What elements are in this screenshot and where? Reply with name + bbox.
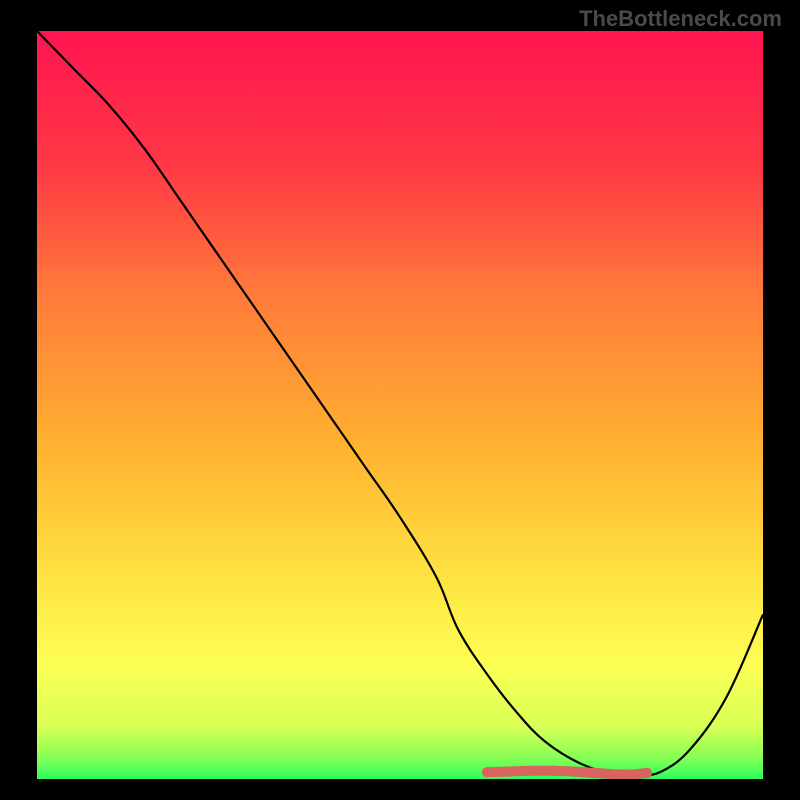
chart-area	[37, 31, 763, 779]
watermark-text: TheBottleneck.com	[579, 6, 782, 32]
optimal-range-markers	[37, 31, 763, 779]
